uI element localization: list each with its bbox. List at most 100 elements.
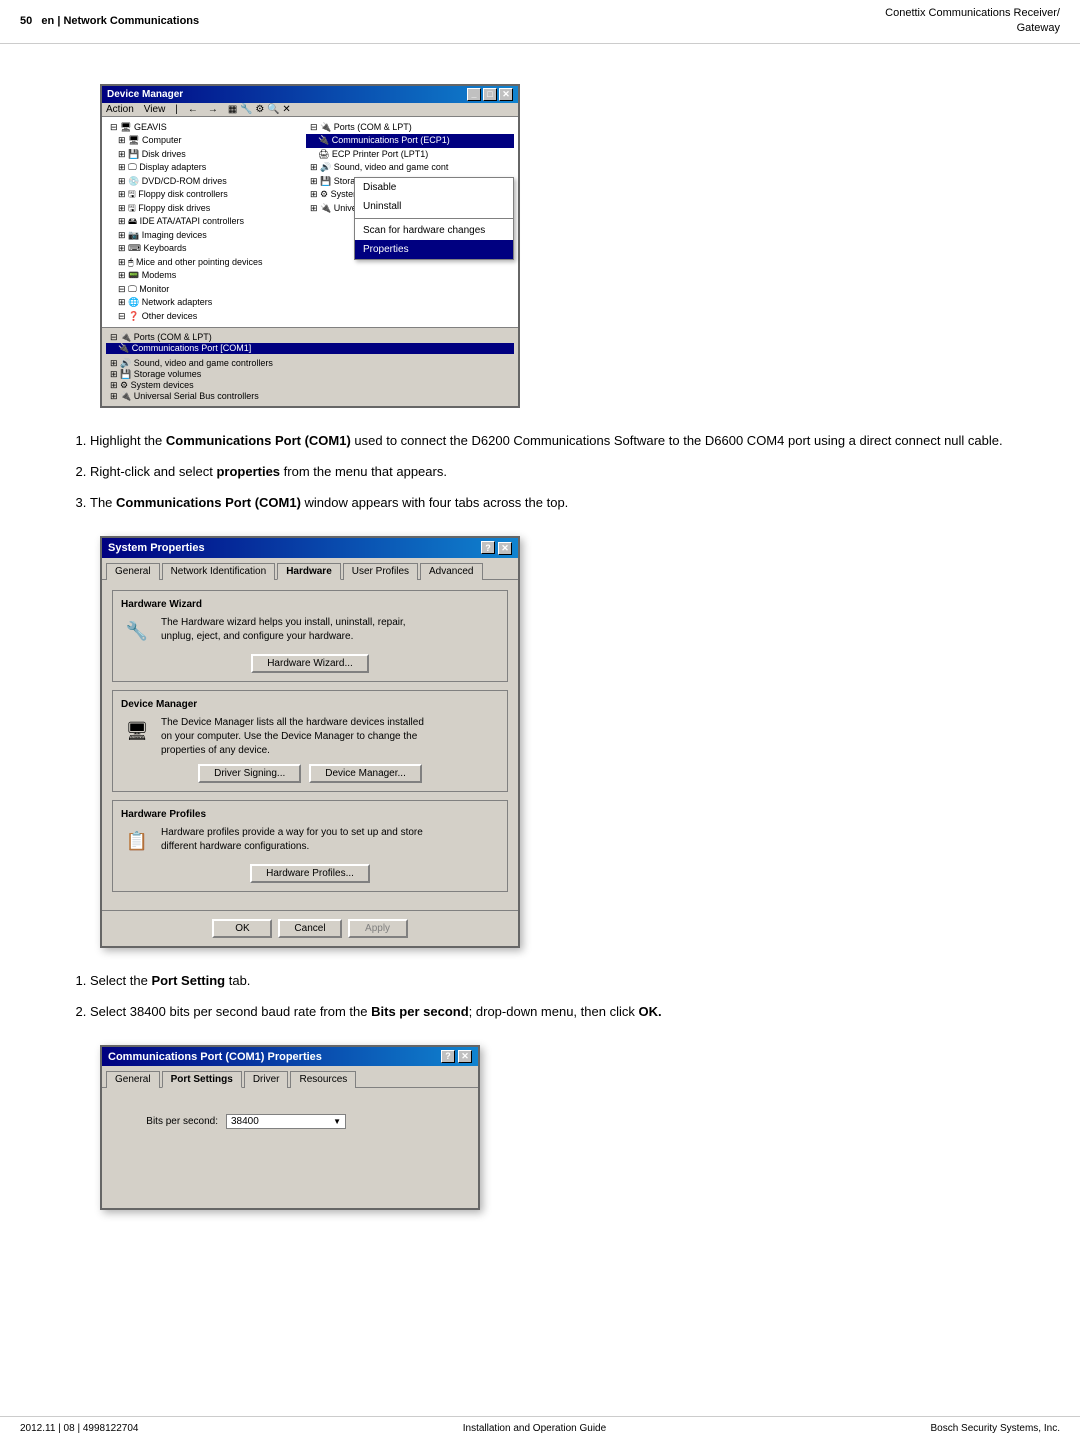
hw-wizard-row: 🔧 The Hardware wizard helps you install,… (121, 616, 499, 648)
hw-profiles-icon: 📋 (121, 826, 153, 858)
hardware-profiles-section: Hardware Profiles 📋 Hardware profiles pr… (112, 800, 508, 892)
dm-titlebar: Device Manager _ □ ✕ (102, 86, 518, 103)
device-manager-button[interactable]: Device Manager... (309, 764, 422, 783)
menu-view[interactable]: View (144, 104, 166, 115)
instruction-3: The Communications Port (COM1) window ap… (90, 490, 1020, 516)
tab-com-general[interactable]: General (106, 1071, 160, 1088)
com-port-selected[interactable]: 🔌 Communications Port (ECP1) (306, 134, 514, 148)
titlebar-controls: _ □ ✕ (467, 88, 513, 101)
tree-keyboard[interactable]: ⊞ ⌨ Keyboards (106, 242, 298, 256)
sys-props-title: System Properties (108, 542, 205, 554)
hw-profiles-btn-row: Hardware Profiles... (121, 864, 499, 883)
hw-profiles-row: 📋 Hardware profiles provide a way for yo… (121, 826, 499, 858)
menu-separator: | (175, 104, 178, 115)
ctx-sep (355, 218, 513, 219)
com-props-tabs: General Port Settings Driver Resources (102, 1066, 478, 1088)
device-tree: ⊟ 🖥 GEAVIS ⊞ 🖥 Computer ⊞ 💾 Disk drives … (102, 117, 302, 328)
menu-action[interactable]: Action (106, 104, 134, 115)
context-menu: Disable Uninstall Scan for hardware chan… (354, 177, 514, 260)
page-header: 50 en | Network Communications Conettix … (0, 0, 1080, 44)
tab-port-settings[interactable]: Port Settings (162, 1071, 242, 1088)
bps-field-row: Bits per second: 38400 ▼ (118, 1114, 462, 1129)
dm-title: Device Manager (107, 89, 183, 100)
hardware-wizard-section: Hardware Wizard 🔧 The Hardware wizard he… (112, 590, 508, 682)
bps-dropdown[interactable]: 38400 ▼ (226, 1114, 346, 1129)
tree-display[interactable]: ⊞ 🖵 Display adapters (106, 161, 298, 175)
tab-user-profiles[interactable]: User Profiles (343, 563, 418, 580)
sys-help-btn[interactable]: ? (481, 541, 495, 554)
main-content: Device Manager _ □ ✕ Action View | ← → ▦… (0, 44, 1080, 1291)
tree-mice[interactable]: ⊞ 🖱 Mice and other pointing devices (106, 256, 298, 270)
maximize-button[interactable]: □ (483, 88, 497, 101)
close-button[interactable]: ✕ (499, 88, 513, 101)
dm-bottom-panel: ⊟ 🔌 Ports (COM & LPT) 🔌 Communications P… (102, 327, 518, 406)
hw-wizard-icon: 🔧 (121, 616, 153, 648)
hw-profiles-title: Hardware Profiles (121, 809, 499, 820)
page-number: 50 (20, 15, 32, 27)
com-props-title: Communications Port (COM1) Properties (108, 1051, 322, 1063)
tree-network[interactable]: ⊞ 🌐 Network adapters (106, 296, 298, 310)
tree-floppy[interactable]: ⊞ 🖫 Floppy disk drives (106, 202, 298, 216)
tree-root: ⊟ 🖥 GEAVIS (106, 121, 298, 135)
ctx-uninstall[interactable]: Uninstall (355, 197, 513, 216)
device-manager-screenshot: Device Manager _ □ ✕ Action View | ← → ▦… (100, 84, 520, 409)
com-close-btn[interactable]: ✕ (458, 1050, 472, 1063)
tab-advanced[interactable]: Advanced (420, 563, 482, 580)
hw-wizard-title: Hardware Wizard (121, 599, 499, 610)
sys-props-content: Hardware Wizard 🔧 The Hardware wizard he… (102, 580, 518, 910)
tree-disk[interactable]: ⊞ 💾 Disk drives (106, 148, 298, 162)
bottom-storage[interactable]: ⊞ 💾 Storage volumes (106, 369, 514, 380)
hw-wizard-btn-row: Hardware Wizard... (121, 654, 499, 673)
instructions-list-1: Highlight the Communications Port (COM1)… (90, 428, 1020, 516)
com-properties-dialog: Communications Port (COM1) Properties ? … (100, 1045, 480, 1211)
dm-section-title: Device Manager (121, 699, 499, 710)
tab-resources[interactable]: Resources (290, 1071, 356, 1088)
lpt-port[interactable]: 🖨 ECP Printer Port (LPT1) (306, 148, 514, 162)
sound-item[interactable]: ⊞ 🔊 Sound, video and game cont (306, 161, 514, 175)
com-titlebar-controls: ? ✕ (441, 1050, 472, 1064)
sys-close-btn[interactable]: ✕ (498, 542, 512, 555)
tree-other[interactable]: ⊟ ❓ Other devices (106, 310, 298, 324)
tree-dvd[interactable]: ⊞ 💿 DVD/CD-ROM drives (106, 175, 298, 189)
sys-props-tabs: General Network Identification Hardware … (102, 558, 518, 580)
hardware-wizard-button[interactable]: Hardware Wizard... (251, 654, 369, 673)
instruction-2: Right-click and select properties from t… (90, 459, 1020, 485)
tree-ide[interactable]: ⊞ 🖴 IDE ATA/ATAPI controllers (106, 215, 298, 229)
toolbar-forward[interactable]: → (208, 104, 218, 115)
instruction-4: Select the Port Setting tab. (90, 968, 1020, 994)
toolbar-back[interactable]: ← (188, 104, 198, 115)
ok-button[interactable]: OK (212, 919, 272, 938)
bottom-ports[interactable]: ⊟ 🔌 Ports (COM & LPT) (106, 332, 514, 343)
tab-network-id[interactable]: Network Identification (162, 563, 276, 580)
tree-imaging[interactable]: ⊞ 📷 Imaging devices (106, 229, 298, 243)
tree-modems[interactable]: ⊞ 📟 Modems (106, 269, 298, 283)
tree-computer[interactable]: ⊞ 🖥 Computer (106, 134, 298, 148)
tree-floppy-ctrl[interactable]: ⊞ 🖫 Floppy disk controllers (106, 188, 298, 202)
ports-item[interactable]: ⊟ 🔌 Ports (COM & LPT) (306, 121, 514, 135)
ctx-scan[interactable]: Scan for hardware changes (355, 221, 513, 240)
tab-general[interactable]: General (106, 563, 160, 580)
dm-section-icon: 🖥 (121, 716, 153, 748)
sys-props-footer: OK Cancel Apply (102, 910, 518, 946)
ctx-properties[interactable]: Properties (355, 240, 513, 259)
bottom-usb[interactable]: ⊞ 🔌 Universal Serial Bus controllers (106, 391, 514, 402)
tab-driver[interactable]: Driver (244, 1071, 289, 1088)
ctx-disable[interactable]: Disable (355, 178, 513, 197)
instructions-list-2: Select the Port Setting tab. Select 3840… (90, 968, 1020, 1025)
tab-hardware[interactable]: Hardware (277, 563, 341, 580)
cancel-button[interactable]: Cancel (278, 919, 341, 938)
dm-right-panel: ⊟ 🔌 Ports (COM & LPT) 🔌 Communications P… (302, 117, 518, 328)
dm-section-text: The Device Manager lists all the hardwar… (161, 716, 499, 758)
dropdown-arrow-icon: ▼ (329, 1117, 341, 1126)
hw-wizard-text: The Hardware wizard helps you install, u… (161, 616, 499, 644)
bottom-sound[interactable]: ⊞ 🔊 Sound, video and game controllers (106, 358, 514, 369)
bottom-com1[interactable]: 🔌 Communications Port [COM1] (106, 343, 514, 354)
com-help-btn[interactable]: ? (441, 1050, 455, 1063)
tree-monitor[interactable]: ⊟ 🖵 Monitor (106, 283, 298, 297)
minimize-button[interactable]: _ (467, 88, 481, 101)
apply-button[interactable]: Apply (348, 919, 408, 938)
driver-signing-button[interactable]: Driver Signing... (198, 764, 301, 783)
bottom-system[interactable]: ⊞ ⚙ System devices (106, 380, 514, 391)
dm-menubar: Action View | ← → ▦ 🔧 ⚙ 🔍 ✕ (102, 103, 518, 117)
hardware-profiles-button[interactable]: Hardware Profiles... (250, 864, 370, 883)
